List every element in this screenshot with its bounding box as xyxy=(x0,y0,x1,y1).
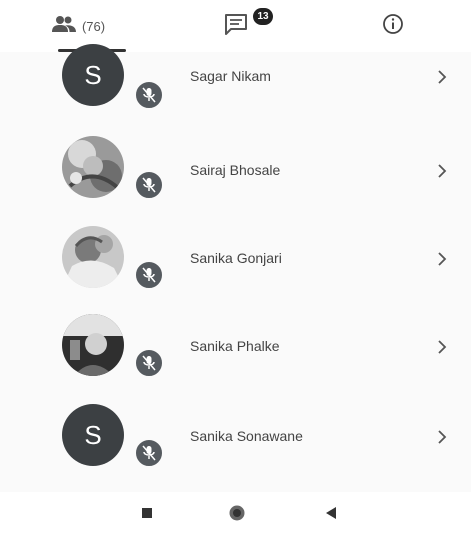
participant-row[interactable]: Sanika Phalke xyxy=(0,302,471,390)
avatar xyxy=(62,136,124,198)
chat-unread-badge: 13 xyxy=(253,8,273,25)
avatar-letter: S xyxy=(62,44,124,106)
mic-off-icon xyxy=(134,170,164,200)
participants-count: (76) xyxy=(81,18,106,34)
avatar xyxy=(62,314,124,376)
chat-icon xyxy=(224,13,248,40)
back-triangle-icon[interactable] xyxy=(320,502,342,524)
chevron-right-icon[interactable] xyxy=(432,427,452,447)
square-icon[interactable] xyxy=(136,502,158,524)
chevron-right-icon[interactable] xyxy=(432,249,452,269)
info-icon xyxy=(382,13,404,40)
chevron-right-icon[interactable] xyxy=(432,161,452,181)
circle-icon[interactable] xyxy=(226,502,248,524)
participant-row[interactable]: S Sagar Nikam xyxy=(0,38,471,126)
chevron-right-icon[interactable] xyxy=(432,337,452,357)
participant-row[interactable]: Sanika Gonjari xyxy=(0,214,471,302)
participant-list: S Sagar Nikam Sairaj Bhosale Sanika Gonj… xyxy=(0,44,471,492)
mic-off-icon xyxy=(134,260,164,290)
avatar: S xyxy=(62,404,124,466)
chevron-right-icon[interactable] xyxy=(432,67,452,87)
participant-row[interactable]: S Sanika Sonawane xyxy=(0,390,471,478)
avatar-photo xyxy=(62,226,124,288)
participant-name: Sanika Gonjari xyxy=(190,250,282,266)
avatar-photo xyxy=(62,136,124,198)
people-icon xyxy=(51,15,76,38)
participant-name: Sagar Nikam xyxy=(190,68,271,84)
system-nav-bar xyxy=(0,492,471,535)
avatar-letter: S xyxy=(62,404,124,466)
participant-name: Sairaj Bhosale xyxy=(190,162,281,178)
avatar-photo xyxy=(62,314,124,376)
participant-row[interactable]: Sairaj Bhosale xyxy=(0,126,471,214)
mic-off-icon xyxy=(134,438,164,468)
avatar xyxy=(62,226,124,288)
mic-off-icon xyxy=(134,348,164,378)
meeting-participants-screen: (76) 13 S Sagar Nikam Sairaj Bhosale San… xyxy=(0,0,471,535)
avatar: S xyxy=(62,44,124,106)
mic-off-icon xyxy=(134,80,164,110)
participant-name: Sanika Sonawane xyxy=(190,428,303,444)
participant-name: Sanika Phalke xyxy=(190,338,280,354)
